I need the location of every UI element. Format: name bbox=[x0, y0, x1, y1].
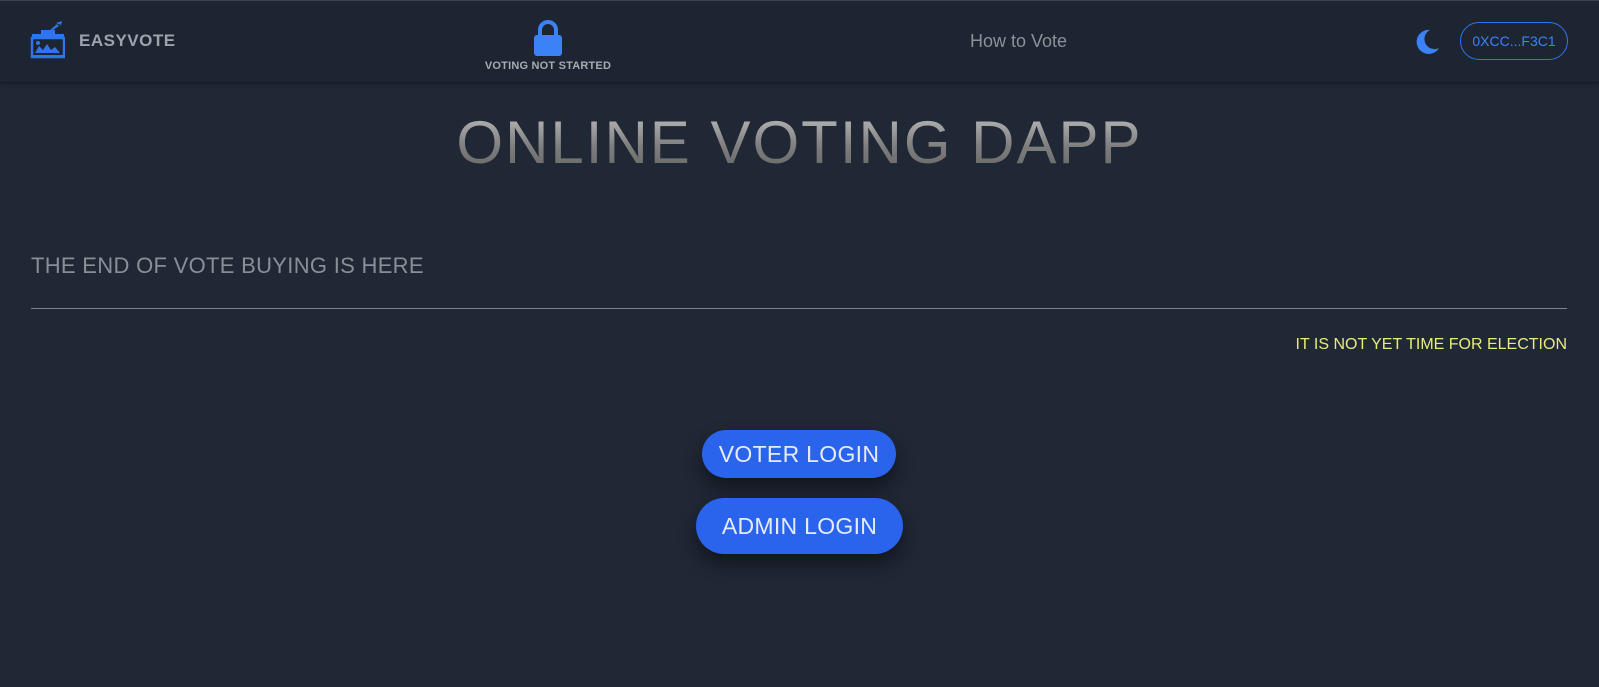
page-title: ONLINE VOTING DAPP bbox=[0, 108, 1599, 178]
how-to-vote-link[interactable]: How to Vote bbox=[970, 31, 1067, 52]
voter-login-button[interactable]: VOTER LOGIN bbox=[702, 430, 896, 478]
ballot-box-icon bbox=[30, 21, 65, 59]
lock-icon bbox=[534, 20, 562, 56]
wallet-address-button[interactable]: 0XCC...F3C1 bbox=[1460, 22, 1568, 60]
admin-login-button[interactable]: ADMIN LOGIN bbox=[696, 498, 903, 554]
voting-status: VOTING NOT STARTED bbox=[478, 19, 618, 72]
brand-home-link[interactable]: EASYVOTE bbox=[29, 20, 176, 62]
election-notice: IT IS NOT YET TIME FOR ELECTION bbox=[1295, 336, 1567, 353]
page: EASYVOTE VOTING NOT STARTED How to Vote … bbox=[0, 0, 1599, 687]
brand-name: EASYVOTE bbox=[79, 31, 176, 50]
top-navbar: EASYVOTE VOTING NOT STARTED How to Vote … bbox=[0, 0, 1599, 83]
voting-status-label: VOTING NOT STARTED bbox=[484, 60, 612, 72]
tagline: THE END OF VOTE BUYING IS HERE bbox=[31, 253, 424, 278]
divider bbox=[31, 308, 1567, 309]
moon-icon[interactable] bbox=[1413, 28, 1441, 56]
